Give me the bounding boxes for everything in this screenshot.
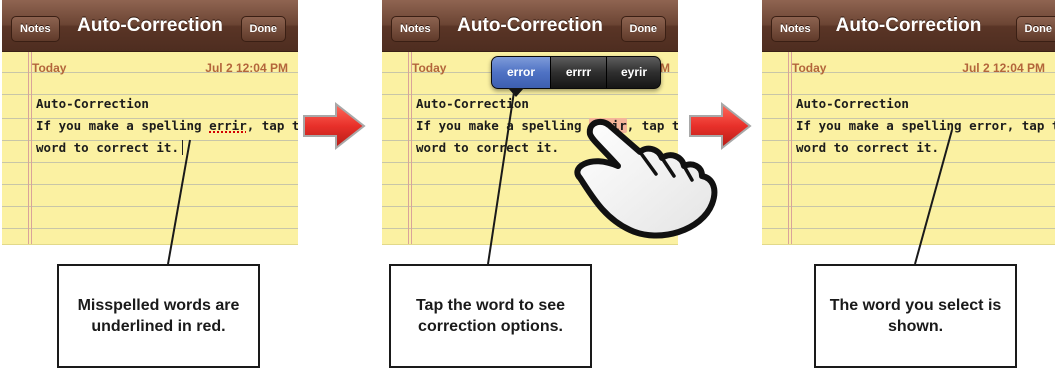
notes-screen-step-3: Notes Auto-Correction Done Today Jul 2 1… — [762, 0, 1055, 245]
callout-step-3: The word you select is shown. — [814, 264, 1017, 368]
navigation-bar: Notes Auto-Correction Done — [382, 0, 678, 52]
navigation-bar: Notes Auto-Correction Done — [2, 0, 298, 52]
date-stamp: Jul 2 12:04 PM — [962, 61, 1045, 75]
suggestion-option-3[interactable]: eyrir — [606, 57, 661, 88]
note-line-1: If you make a spelling error, tap the — [796, 118, 1055, 133]
done-button[interactable]: Done — [240, 16, 286, 42]
note-text-area[interactable]: Auto-Correction If you make a spelling e… — [796, 93, 1055, 159]
done-button[interactable]: Done — [1015, 16, 1055, 42]
note-line-1-start: If you make a spelling — [36, 118, 210, 133]
done-button[interactable]: Done — [620, 16, 666, 42]
date-row: Today Jul 2 12:04 PM — [2, 61, 298, 75]
callout-step-1: Misspelled words are underlined in red. — [57, 264, 260, 368]
note-heading: Auto-Correction — [796, 96, 909, 111]
date-row: Today Jul 2 12:04 PM — [762, 61, 1055, 75]
note-line-2: word to correct it. — [36, 137, 291, 159]
callout-step-2: Tap the word to see correction options. — [389, 264, 592, 368]
text-cursor — [182, 140, 183, 155]
date-today: Today — [792, 61, 827, 75]
suggestion-option-2[interactable]: errrr — [550, 57, 606, 88]
right-arrow-icon — [303, 101, 366, 151]
popup-pointer — [508, 88, 524, 97]
note-heading: Auto-Correction — [416, 96, 529, 111]
note-title: Auto-Correction — [835, 15, 982, 36]
suggestion-option-1[interactable]: error — [492, 57, 550, 88]
date-today: Today — [32, 61, 67, 75]
right-arrow-icon — [689, 101, 752, 151]
date-stamp: Jul 2 12:04 PM — [205, 61, 288, 75]
note-text-area[interactable]: Auto-Correction If you make a spelling e… — [36, 93, 298, 159]
note-line-1: If you make a spelling errir, tap the — [36, 115, 298, 137]
note-line-1-end: , tap the — [246, 118, 298, 133]
correction-suggestions-popup: error errrr eyrir — [491, 56, 661, 89]
note-line-2: word to correct it. — [796, 140, 939, 155]
date-today: Today — [412, 61, 447, 75]
notes-screen-step-1: Notes Auto-Correction Done Today Jul 2 1… — [2, 0, 298, 245]
navigation-bar: Notes Auto-Correction Done — [762, 0, 1055, 52]
note-line-2-text: word to correct it. — [36, 140, 179, 155]
misspelled-word[interactable]: errir — [209, 118, 247, 133]
note-heading: Auto-Correction — [36, 96, 149, 111]
date-stamp: M — [660, 61, 670, 75]
